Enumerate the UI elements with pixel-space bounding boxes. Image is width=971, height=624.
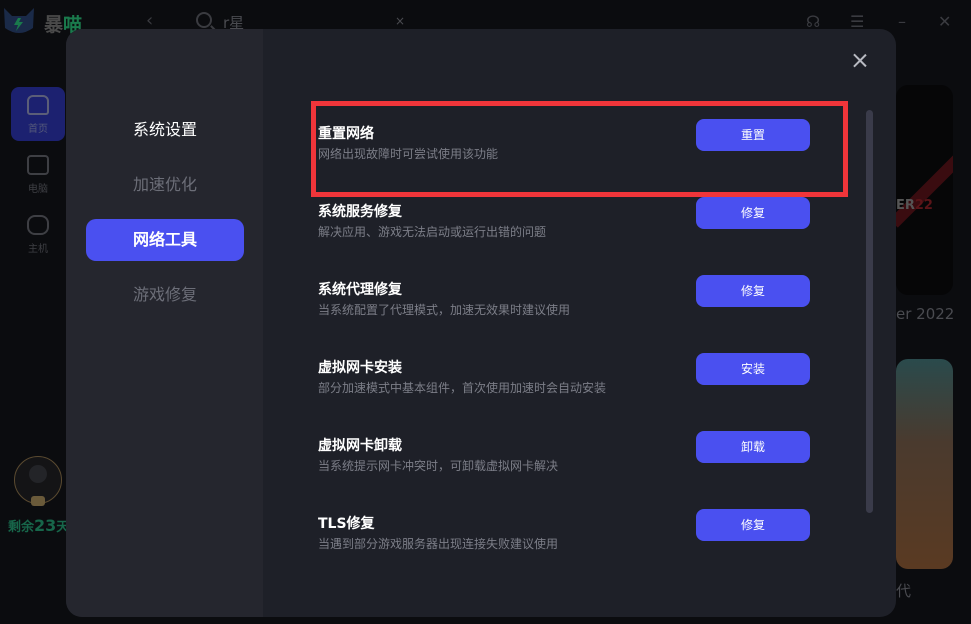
monitor-icon xyxy=(27,155,49,175)
home-icon xyxy=(27,95,49,115)
game-card-caption: 代 xyxy=(896,582,912,600)
vnic-install-button[interactable]: 安装 xyxy=(696,353,810,385)
nav-item-home[interactable]: 首页 xyxy=(11,87,65,141)
cat-logo-icon xyxy=(4,8,34,33)
tool-title: 系统服务修复 xyxy=(318,204,402,220)
highlight-annotation xyxy=(311,101,848,197)
tab-system-settings[interactable]: 系统设置 xyxy=(86,109,244,151)
tool-title: TLS修复 xyxy=(318,516,375,532)
game-card[interactable]: ER22 xyxy=(896,85,953,295)
tab-game-repair[interactable]: 游戏修复 xyxy=(86,274,244,316)
tool-row-vnic-install: 虚拟网卡安装 部分加速模式中基本组件，首次使用加速时会自动安装 安装 xyxy=(318,353,818,407)
proxy-repair-button[interactable]: 修复 xyxy=(696,275,810,307)
dialog-sidebar: 系统设置 加速优化 网络工具 游戏修复 xyxy=(66,29,263,617)
tool-description: 解决应用、游戏无法启动或运行出错的问题 xyxy=(318,225,547,239)
remaining-days: 剩余23天 xyxy=(8,516,70,535)
scrollbar[interactable] xyxy=(866,110,873,513)
tool-title: 虚拟网卡卸载 xyxy=(318,438,402,454)
tls-repair-button[interactable]: 修复 xyxy=(696,509,810,541)
tab-network-tools[interactable]: 网络工具 xyxy=(86,219,244,261)
tool-row-service-repair: 系统服务修复 解决应用、游戏无法启动或运行出错的问题 修复 xyxy=(318,197,818,251)
tool-description: 部分加速模式中基本组件，首次使用加速时会自动安装 xyxy=(318,381,607,395)
vnic-uninstall-button[interactable]: 卸载 xyxy=(696,431,810,463)
tab-acceleration[interactable]: 加速优化 xyxy=(86,164,244,206)
search-icon xyxy=(196,12,212,28)
nav-label: 首页 xyxy=(28,124,48,135)
tool-row-tls-repair: TLS修复 当遇到部分游戏服务器出现连接失败建议使用 修复 xyxy=(318,509,818,563)
dialog-close-icon[interactable] xyxy=(850,51,870,71)
chevron-left-icon[interactable]: ‹ xyxy=(146,10,153,31)
app-window: 暴喵 ‹ r星 × ☊ ☰ – ✕ 首页 电脑 主机 剩余23天 ER22 er… xyxy=(0,0,971,624)
sidebar: 首页 电脑 主机 xyxy=(0,44,74,624)
nav-label: 主机 xyxy=(28,244,48,255)
tool-row-vnic-uninstall: 虚拟网卡卸载 当系统提示网卡冲突时，可卸载虚拟网卡解决 卸载 xyxy=(318,431,818,485)
window-close-icon[interactable]: ✕ xyxy=(938,12,951,31)
nav-item-console[interactable]: 主机 xyxy=(11,207,65,261)
game-card-caption: er 2022 xyxy=(896,305,955,323)
tool-row-proxy-repair: 系统代理修复 当系统配置了代理模式，加速无效果时建议使用 修复 xyxy=(318,275,818,329)
gamepad-icon xyxy=(27,215,49,235)
vip-badge-icon xyxy=(31,496,45,506)
game-card-logo: ER22 xyxy=(896,198,933,213)
nav-item-pc[interactable]: 电脑 xyxy=(11,147,65,201)
nav-label: 电脑 xyxy=(28,184,48,195)
tool-description: 当遇到部分游戏服务器出现连接失败建议使用 xyxy=(318,537,559,551)
tool-title: 虚拟网卡安装 xyxy=(318,360,402,376)
service-repair-button[interactable]: 修复 xyxy=(696,197,810,229)
tool-title: 系统代理修复 xyxy=(318,282,402,298)
game-card[interactable] xyxy=(896,359,953,569)
clear-search-icon[interactable]: × xyxy=(395,14,405,28)
tool-description: 当系统配置了代理模式，加速无效果时建议使用 xyxy=(318,303,571,317)
tool-description: 当系统提示网卡冲突时，可卸载虚拟网卡解决 xyxy=(318,459,559,473)
minimize-icon[interactable]: – xyxy=(898,12,906,31)
